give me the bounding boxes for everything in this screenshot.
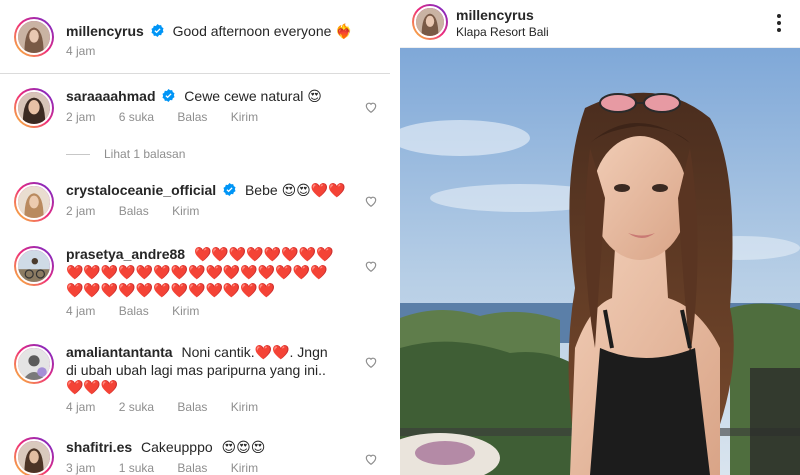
comment-likes[interactable]: 2 suka bbox=[119, 400, 154, 414]
avatar[interactable] bbox=[14, 246, 54, 286]
heart-outline-icon[interactable] bbox=[364, 355, 378, 369]
comment-emoji: 😍 bbox=[307, 88, 322, 104]
comment-username[interactable]: amaliantantanta bbox=[66, 344, 173, 360]
comment-emoji: ❤️❤️ bbox=[254, 344, 290, 360]
verified-badge-icon bbox=[223, 183, 236, 196]
caption-text: Good afternoon everyone bbox=[172, 23, 332, 39]
comment-time: 4 jam bbox=[66, 304, 96, 318]
avatar-photo bbox=[18, 250, 50, 282]
view-replies-label: Lihat 1 balasan bbox=[104, 147, 186, 161]
avatar[interactable] bbox=[14, 437, 54, 475]
comment-username[interactable]: saraaaahmad bbox=[66, 88, 156, 104]
post-panel: millencyrus Klapa Resort Bali bbox=[400, 0, 800, 475]
more-options-icon[interactable] bbox=[776, 13, 782, 33]
comment-emoji: ❤️❤️❤️ bbox=[66, 379, 119, 395]
avatar[interactable] bbox=[14, 17, 54, 57]
comment-username[interactable]: shafitri.es bbox=[66, 439, 132, 455]
comment-emoji: ❤️❤️❤️❤️❤️❤️❤️❤️ bbox=[193, 246, 334, 262]
comment-time: 4 jam bbox=[66, 400, 96, 414]
comment-text: di ubah ubah lagi mas paripurna yang ini… bbox=[66, 362, 326, 378]
post-caption: millencyrus Good afternoon everyone ❤️‍🔥… bbox=[0, 0, 390, 74]
panel-divider bbox=[390, 0, 400, 475]
comment-username[interactable]: prasetya_andre88 bbox=[66, 246, 185, 262]
post-username[interactable]: millencyrus bbox=[456, 7, 534, 23]
verified-badge-icon bbox=[151, 24, 164, 37]
avatar-photo bbox=[416, 8, 444, 36]
comment-text: Noni cantik. bbox=[181, 344, 255, 360]
comment-emoji: ❤️❤️❤️❤️❤️❤️❤️❤️❤️❤️❤️❤️ bbox=[66, 282, 276, 298]
post-location[interactable]: Klapa Resort Bali bbox=[456, 25, 549, 39]
comment-time: 2 jam bbox=[66, 110, 96, 124]
avatar-photo bbox=[18, 186, 50, 218]
heart-outline-icon[interactable] bbox=[364, 259, 378, 273]
caption-username[interactable]: millencyrus bbox=[66, 23, 144, 39]
avatar-photo bbox=[18, 21, 50, 53]
reply-button[interactable]: Balas bbox=[177, 461, 207, 475]
send-button[interactable]: Kirim bbox=[231, 110, 258, 124]
comment-emoji: ❤️❤️❤️❤️❤️❤️❤️❤️❤️❤️❤️❤️❤️❤️❤️ bbox=[66, 264, 328, 280]
verified-badge-icon bbox=[162, 89, 175, 102]
post-photo[interactable] bbox=[400, 48, 800, 475]
reply-button[interactable]: Balas bbox=[177, 400, 207, 414]
post-header: millencyrus Klapa Resort Bali bbox=[400, 0, 800, 48]
avatar[interactable] bbox=[14, 182, 54, 222]
caption-emoji: ❤️‍🔥 bbox=[335, 23, 353, 39]
reply-button[interactable]: Balas bbox=[119, 204, 149, 218]
comment-likes[interactable]: 6 suka bbox=[119, 110, 154, 124]
avatar[interactable] bbox=[412, 4, 448, 40]
send-button[interactable]: Kirim bbox=[231, 461, 258, 475]
send-button[interactable]: Kirim bbox=[172, 204, 199, 218]
heart-outline-icon[interactable] bbox=[364, 100, 378, 114]
comment-text: Bebe bbox=[244, 182, 278, 198]
caption-time: 4 jam bbox=[66, 44, 96, 58]
avatar[interactable] bbox=[14, 344, 54, 384]
replies-divider bbox=[66, 153, 90, 155]
avatar-photo bbox=[18, 441, 50, 473]
comments-panel: millencyrus Good afternoon everyone ❤️‍🔥… bbox=[0, 0, 390, 475]
comment-time: 3 jam bbox=[66, 461, 96, 475]
comment-text: Cewe cewe natural bbox=[184, 88, 304, 104]
heart-outline-icon[interactable] bbox=[364, 194, 378, 208]
comment-emoji: 😍😍😍 bbox=[221, 439, 266, 455]
avatar-photo bbox=[18, 92, 50, 124]
avatar-photo bbox=[18, 348, 50, 380]
reply-button[interactable]: Balas bbox=[119, 304, 149, 318]
send-button[interactable]: Kirim bbox=[172, 304, 199, 318]
comment-username[interactable]: crystaloceanie_official bbox=[66, 182, 216, 198]
send-button[interactable]: Kirim bbox=[231, 400, 258, 414]
view-replies-button[interactable]: Lihat 1 balasan bbox=[66, 147, 185, 161]
heart-outline-icon[interactable] bbox=[364, 452, 378, 466]
comment-text: . Jngn bbox=[289, 344, 328, 360]
comment-text: Cakeupppo bbox=[141, 439, 213, 455]
avatar[interactable] bbox=[14, 88, 54, 128]
comment-emoji: 😍😍❤️❤️ bbox=[281, 182, 346, 198]
comment-time: 2 jam bbox=[66, 204, 96, 218]
reply-button[interactable]: Balas bbox=[177, 110, 207, 124]
comment-likes[interactable]: 1 suka bbox=[119, 461, 154, 475]
